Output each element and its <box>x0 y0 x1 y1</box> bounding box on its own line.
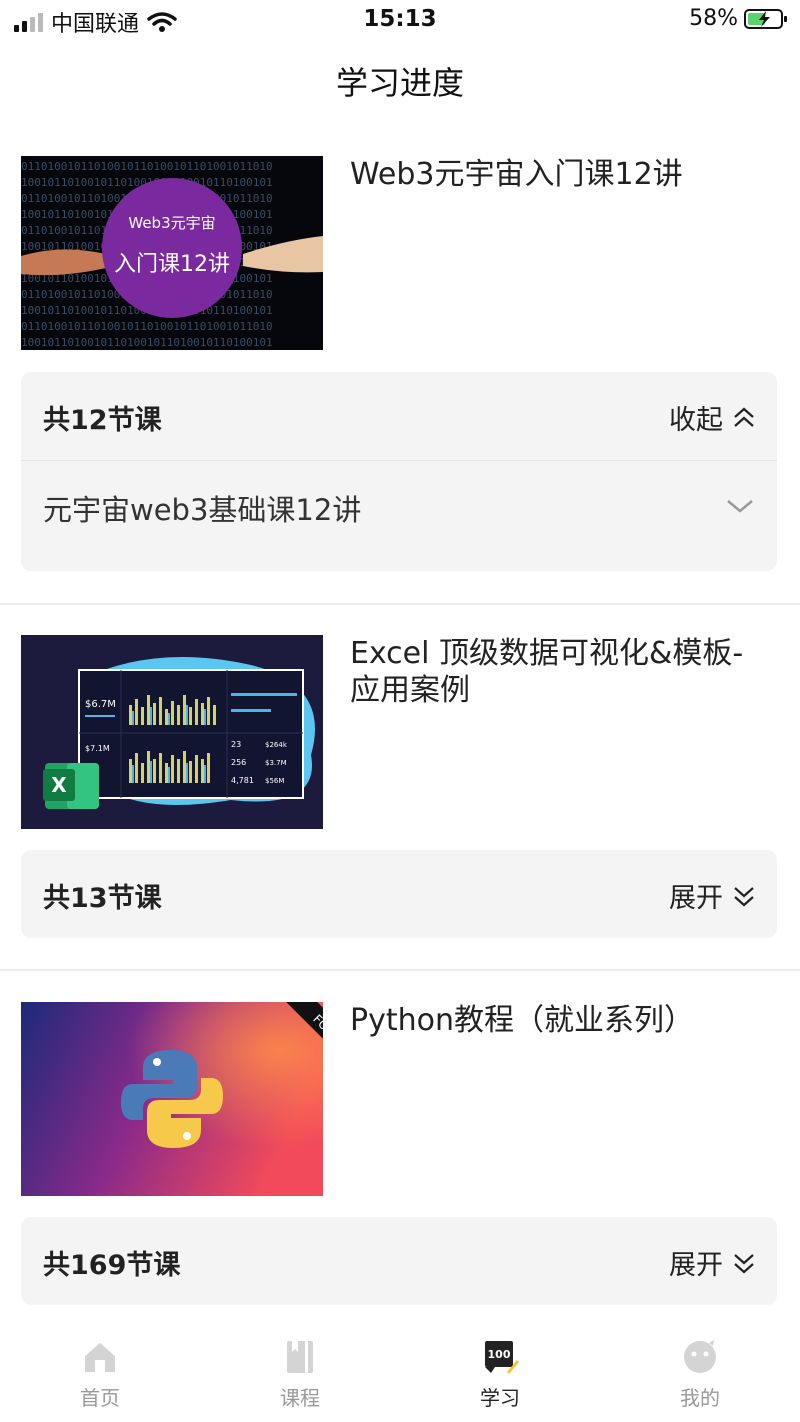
double-chevron-up-icon <box>734 407 754 427</box>
divider <box>0 603 800 605</box>
excel-logo-icon: X <box>43 763 99 809</box>
lesson-group-item[interactable]: 元宇宙web3基础课12讲 <box>21 460 777 571</box>
tab-study[interactable]: 100 学习 <box>440 1338 560 1411</box>
thumb-stat: $3.7M <box>265 759 287 767</box>
tab-label: 课程 <box>280 1386 320 1410</box>
thumb-stat: $264k <box>265 741 288 749</box>
course-title[interactable]: Excel 顶级数据可视化&模板-应用案例 <box>350 635 770 709</box>
tab-label: 首页 <box>80 1386 120 1410</box>
thumb-line2: 入门课12讲 <box>114 252 230 277</box>
course-thumbnail[interactable]: $6.7M $7.1M 23 $264k 256 $3.7M 4,781 $56… <box>21 635 323 829</box>
tab-profile[interactable]: 我的 <box>640 1338 760 1411</box>
toggle-label: 展开 <box>669 883 723 914</box>
course-title[interactable]: Python教程（就业系列） <box>350 1002 770 1039</box>
bottom-tab-bar: 首页 课程 100 学习 我的 <box>0 1330 800 1422</box>
tab-label: 学习 <box>480 1386 520 1410</box>
battery-percent: 58% <box>689 6 738 31</box>
thumb-stat: 256 <box>231 758 246 767</box>
svg-text:011010010110100101101001011010: 01101001011010010110100101101001011010 <box>21 160 273 173</box>
study-100-icon: 100 <box>485 1341 519 1374</box>
tab-label: 我的 <box>680 1386 720 1410</box>
double-chevron-down-icon <box>734 1253 754 1273</box>
thumb-stat: 4,781 <box>231 776 254 785</box>
toggle-label: 展开 <box>669 1250 723 1281</box>
lesson-panel-python: 共169节课 展开 <box>21 1217 777 1305</box>
course-thumbnail[interactable]: 01101001011010010110100101101001011010 1… <box>21 156 323 350</box>
lesson-group-label: 元宇宙web3基础课12讲 <box>43 493 362 527</box>
svg-text:100101101001011010010110100101: 10010110100101101001011010010110100101 <box>21 336 273 349</box>
tab-home[interactable]: 首页 <box>40 1338 160 1411</box>
book-icon <box>287 1341 313 1373</box>
page-title: 学习进度 <box>335 64 464 102</box>
lesson-count: 共13节课 <box>43 883 162 914</box>
tab-courses[interactable]: 课程 <box>240 1338 360 1411</box>
svg-text:011010010110100101101001011010: 01101001011010010110100101101001011010 <box>21 320 273 333</box>
course-title[interactable]: Web3元宇宙入门课12讲 <box>350 156 770 193</box>
lesson-count: 共12节课 <box>43 405 162 436</box>
thumb-stat: 23 <box>231 740 241 749</box>
expand-button[interactable]: 展开 <box>669 876 757 915</box>
double-chevron-down-icon <box>734 886 754 906</box>
expand-button[interactable]: 展开 <box>669 1243 757 1282</box>
home-icon <box>85 1343 115 1372</box>
lesson-panel-excel: 共13节课 展开 <box>21 850 777 938</box>
thumb-stat: $56M <box>265 777 284 785</box>
battery-charging-icon <box>744 8 787 29</box>
clock: 15:13 <box>363 6 437 32</box>
collapse-button[interactable]: 收起 <box>669 398 757 437</box>
divider <box>0 969 800 971</box>
lesson-count: 共169节课 <box>43 1250 181 1281</box>
chevron-down-icon <box>727 500 753 513</box>
lesson-panel-web3: 共12节课 收起 元宇宙web3基础课12讲 <box>21 372 777 571</box>
thumb-stat: $6.7M <box>85 699 116 710</box>
svg-text:X: X <box>51 773 67 797</box>
toggle-label: 收起 <box>669 405 723 436</box>
status-bar: 中国联通 15:13 58% <box>0 0 800 40</box>
course-thumbnail[interactable]: FOR DEVEL <box>21 1002 323 1196</box>
svg-text:100: 100 <box>488 1348 511 1361</box>
profile-icon <box>684 1340 716 1373</box>
thumb-line1: Web3元宇宙 <box>128 214 215 232</box>
thumb-stat: $7.1M <box>85 744 110 753</box>
